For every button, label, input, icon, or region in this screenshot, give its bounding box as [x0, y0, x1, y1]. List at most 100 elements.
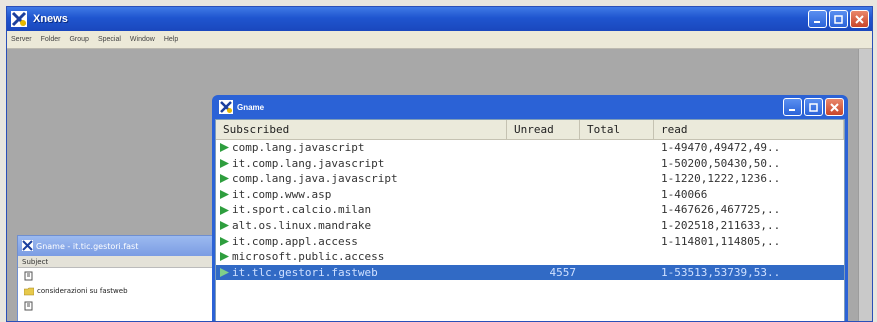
group-name: comp.lang.java.javascript [232, 172, 398, 186]
minimize-icon [789, 108, 795, 111]
group-name: it.comp.appl.access [232, 234, 358, 248]
xnews-logo-icon [22, 240, 33, 251]
column-header-subscribed[interactable]: Subscribed [216, 120, 507, 139]
group-row[interactable]: it.sport.calcio.milan 1-467626,467725,.. [216, 202, 844, 218]
read-ranges [654, 249, 844, 265]
read-ranges: 1-202518,211633,.. [661, 218, 781, 232]
groups-window-title: Gname [237, 102, 265, 112]
group-row[interactable]: comp.lang.java.javascript 1-1220,1222,12… [216, 171, 844, 187]
minimize-icon [814, 20, 820, 23]
green-arrow-icon [220, 174, 229, 184]
app-title: Xnews [33, 13, 68, 25]
green-arrow-icon [220, 190, 229, 200]
close-button[interactable] [850, 10, 869, 28]
group-name: microsoft.public.access [232, 250, 385, 264]
total-count [580, 202, 654, 218]
message-subject: considerazioni su fastweb [37, 286, 128, 295]
message-list-title: Gname - it.tic.gestori.fast [36, 241, 139, 251]
total-count [580, 249, 654, 265]
maximize-icon [809, 102, 818, 112]
group-row[interactable]: microsoft.public.access [216, 249, 844, 265]
column-header-unread[interactable]: Unread [507, 120, 580, 139]
read-ranges: 1-1220,1222,1236.. [661, 172, 781, 186]
xnews-logo-icon [11, 11, 27, 27]
folder-icon [24, 287, 34, 295]
group-name: it.comp.lang.javascript [232, 156, 385, 170]
groups-window: Gname Subscribed Unread Total read comp.… [212, 95, 848, 321]
unread-count [507, 187, 580, 203]
read-ranges: 1-53513,53739,53.. [661, 265, 781, 279]
unread-count [507, 140, 580, 156]
unread-count [507, 202, 580, 218]
menu-help[interactable]: Help [164, 36, 178, 43]
groups-titlebar[interactable]: Gname [215, 95, 845, 119]
main-titlebar[interactable]: Xnews [7, 7, 872, 31]
group-row[interactable]: it.comp.www.asp 1-40066 [216, 187, 844, 203]
post-icon [24, 271, 33, 280]
total-count [580, 140, 654, 156]
subject-column-header[interactable]: Subject [18, 256, 226, 268]
green-arrow-icon [220, 268, 229, 278]
close-icon [830, 102, 839, 112]
group-row[interactable]: it.comp.appl.access 1-114801,114805,.. [216, 234, 844, 250]
green-arrow-icon [220, 252, 229, 262]
group-name: it.sport.calcio.milan [232, 203, 372, 217]
post-icon [24, 301, 33, 310]
green-arrow-icon [220, 236, 229, 246]
menu-folder[interactable]: Folder [41, 36, 61, 43]
groups-list-header: Subscribed Unread Total read [216, 120, 844, 140]
column-header-total[interactable]: Total [580, 120, 654, 139]
unread-count [507, 249, 580, 265]
group-row[interactable]: alt.os.linux.mandrake 1-202518,211633,.. [216, 218, 844, 234]
total-count [580, 171, 654, 187]
total-count [580, 187, 654, 203]
menu-window[interactable]: Window [130, 36, 155, 43]
message-row[interactable] [18, 298, 226, 313]
close-button[interactable] [825, 98, 844, 116]
total-count [580, 265, 654, 281]
menu-server[interactable]: Server [11, 36, 32, 43]
unread-count [507, 156, 580, 172]
message-row[interactable]: considerazioni su fastweb [18, 283, 226, 298]
message-list-titlebar[interactable]: Gname - it.tic.gestori.fast [18, 236, 226, 256]
group-name: comp.lang.javascript [232, 141, 365, 154]
maximize-button[interactable] [804, 98, 823, 116]
read-ranges: 1-40066 [661, 187, 708, 201]
vertical-scrollbar[interactable] [858, 49, 872, 321]
group-row[interactable]: it.comp.lang.javascript 1-50200,50430,50… [216, 156, 844, 172]
group-row[interactable]: comp.lang.javascript 1-49470,49472,49.. [216, 140, 844, 156]
close-icon [855, 14, 864, 24]
total-count [580, 156, 654, 172]
read-ranges: 1-467626,467725,.. [661, 203, 781, 217]
groups-list[interactable]: Subscribed Unread Total read comp.lang.j… [215, 119, 845, 321]
xnews-logo-icon [219, 100, 233, 114]
unread-count [507, 171, 580, 187]
read-ranges: 1-50200,50430,50.. [661, 156, 781, 170]
group-name: it.tlc.gestori.fastweb [232, 265, 378, 279]
unread-count [507, 234, 580, 250]
minimize-button[interactable] [783, 98, 802, 116]
total-count [580, 218, 654, 234]
group-row-selected[interactable]: it.tlc.gestori.fastweb 4557 1-53513,5373… [216, 264, 844, 281]
group-name: it.comp.www.asp [232, 187, 332, 201]
menu-special[interactable]: Special [98, 36, 121, 43]
green-arrow-icon [220, 143, 229, 153]
unread-count [507, 218, 580, 234]
read-ranges: 1-49470,49472,49.. [661, 141, 781, 154]
minimize-button[interactable] [808, 10, 827, 28]
group-name: alt.os.linux.mandrake [232, 218, 372, 232]
unread-count: 4557 [549, 265, 577, 279]
maximize-icon [834, 14, 843, 24]
maximize-button[interactable] [829, 10, 848, 28]
xnews-main-window: Xnews Server Folder Group Special Window… [6, 6, 873, 322]
menu-bar: Server Folder Group Special Window Help [7, 31, 872, 49]
total-count [580, 234, 654, 250]
message-list-window: Gname - it.tic.gestori.fast Subject cons… [17, 235, 227, 321]
column-header-read[interactable]: read [654, 120, 844, 139]
green-arrow-icon [220, 158, 229, 168]
green-arrow-icon [220, 205, 229, 215]
green-arrow-icon [220, 221, 229, 231]
read-ranges: 1-114801,114805,.. [661, 234, 781, 248]
menu-group[interactable]: Group [69, 36, 88, 43]
message-row[interactable] [18, 268, 226, 283]
